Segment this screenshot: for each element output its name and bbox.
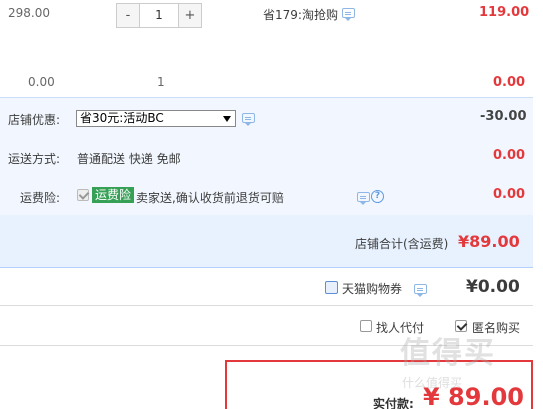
freight-insurance-tag: 运费险 [92, 187, 135, 203]
shipping-label: 运送方式: [8, 152, 61, 166]
gift-quantity: 1 [157, 75, 165, 89]
item-discount-text: 省179:淘抢购 [263, 8, 338, 22]
tmall-coupon-checkbox[interactable] [325, 281, 338, 294]
freight-insurance-label: 运费险: [20, 191, 61, 205]
message-icon[interactable] [357, 192, 370, 205]
item-subtotal: 119.00 [479, 5, 530, 20]
watermark-sub: 什么值得买 [402, 376, 463, 390]
message-icon[interactable] [414, 284, 427, 297]
quantity-increase-button[interactable]: + [179, 4, 201, 27]
shop-total-section [0, 215, 533, 268]
freight-insurance-description: 卖家送,确认收货前退货可赔 [136, 191, 284, 205]
item-original-price: 298.00 [8, 6, 50, 20]
shipping-method: 普通配送 快递 免邮 [77, 152, 181, 166]
shop-discount-label: 店铺优惠: [8, 113, 61, 127]
proxy-pay-checkbox[interactable] [360, 320, 372, 332]
shop-total-amount: ¥89.00 [458, 232, 520, 251]
quantity-stepper[interactable]: - 1 + [116, 3, 202, 28]
shop-total-label: 店铺合计(含运费) [355, 237, 449, 251]
divider [0, 97, 533, 98]
watermark-logo: 值得买 [400, 336, 496, 371]
shop-discount-selected: 省30元:活动BC [80, 111, 164, 125]
message-icon[interactable] [342, 8, 355, 21]
freight-insurance-amount: 0.00 [493, 187, 526, 202]
gift-subtotal: 0.00 [493, 75, 526, 90]
shop-discount-select[interactable]: 省30元:活动BC [76, 110, 236, 127]
page-edge [533, 0, 543, 409]
tmall-coupon-amount: ¥0.00 [466, 277, 520, 297]
message-icon[interactable] [242, 113, 255, 126]
quantity-decrease-button[interactable]: - [117, 4, 139, 27]
gift-price: 0.00 [28, 75, 55, 89]
shipping-amount: 0.00 [493, 148, 526, 163]
divider [0, 305, 533, 306]
shop-discount-amount: -30.00 [480, 109, 527, 124]
dropdown-arrow-icon [223, 116, 231, 122]
help-icon[interactable]: ? [371, 190, 384, 203]
tmall-coupon-label: 天猫购物券 [342, 282, 403, 296]
payment-label: 实付款: [373, 397, 414, 409]
quantity-input[interactable]: 1 [139, 4, 179, 27]
freight-insurance-checkbox [77, 189, 89, 201]
